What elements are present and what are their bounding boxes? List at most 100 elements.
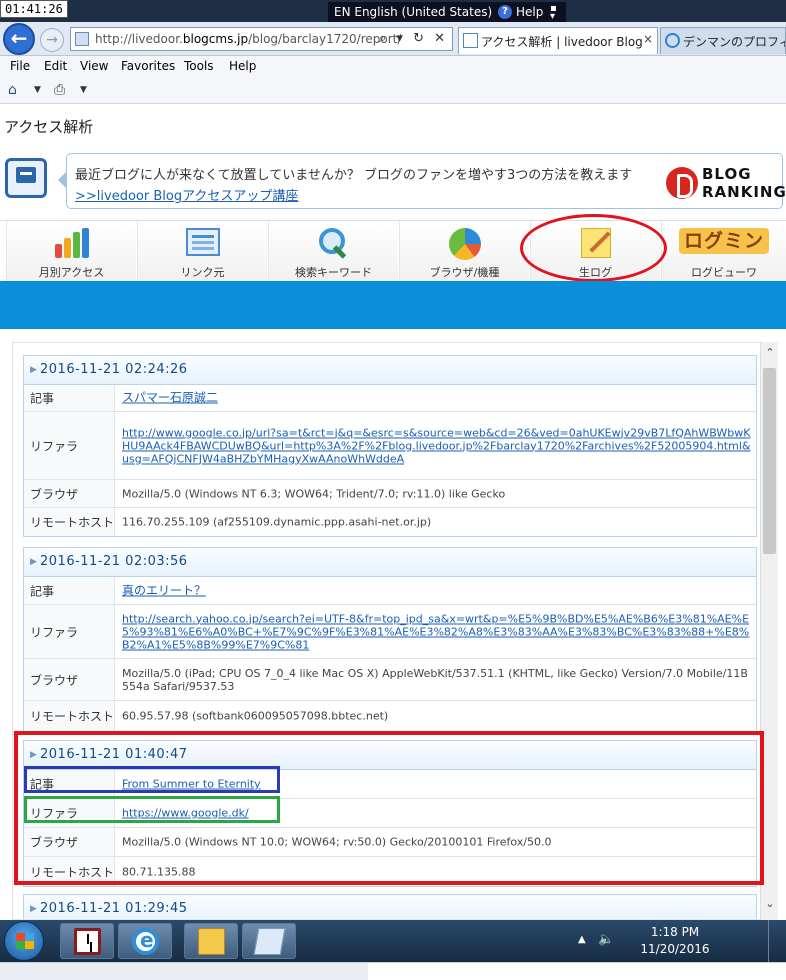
row-article: 記事 スパマー石原誠二 bbox=[24, 385, 756, 412]
menu-file[interactable]: File bbox=[10, 59, 30, 73]
url-prefix: http://livedoor. bbox=[95, 32, 183, 46]
tab-search-keywords[interactable]: 検索キーワード bbox=[268, 221, 398, 283]
tab-label: ログビューワ bbox=[691, 266, 757, 279]
row-browser: ブラウザ Mozilla/5.0 (iPad; CPU OS 7_0_4 lik… bbox=[24, 659, 756, 701]
home-icon[interactable]: ⌂ bbox=[8, 82, 17, 98]
log-entry: ▶ 2016-11-21 01:29:45 bbox=[23, 894, 757, 919]
log-entry: ▶ 2016-11-21 02:24:26 記事 スパマー石原誠二 リファラ h… bbox=[23, 355, 757, 537]
tab-access-analysis[interactable]: アクセス解析 | livedoor Blog × bbox=[458, 27, 658, 54]
ie-favicon-icon bbox=[665, 33, 680, 48]
ranking-badge-icon bbox=[666, 167, 698, 199]
scroll-down-icon[interactable]: ⌄ bbox=[761, 897, 779, 913]
tray-time[interactable]: 1:18 PM bbox=[630, 925, 720, 939]
row-referrer: リファラ http://search.yahoo.co.jp/search?ei… bbox=[24, 605, 756, 659]
report-nav-tabs: 月別アクセス リンク元 検索キーワード ブラウザ/機種 生ログ ログミン ログビ… bbox=[0, 220, 786, 283]
menu-view[interactable]: View bbox=[80, 59, 108, 73]
print-dropdown-icon[interactable]: ▼ bbox=[80, 85, 87, 95]
tab-link-source[interactable]: リンク元 bbox=[137, 221, 267, 283]
taskbar-app[interactable] bbox=[242, 923, 296, 959]
help-label[interactable]: Help bbox=[516, 5, 543, 19]
back-arrow-icon: ← bbox=[10, 26, 28, 50]
tab-label: 月別アクセス bbox=[38, 266, 105, 279]
referrer-link[interactable]: http://search.yahoo.co.jp/search?ei=UTF-… bbox=[122, 612, 754, 651]
system-tray: ▲ 🔈 1:18 PM 11/20/2016 bbox=[572, 920, 786, 962]
remote-host-value: 60.95.57.98 (softbank060095057098.bbtec.… bbox=[122, 709, 389, 723]
tab-title: アクセス解析 | livedoor Blog bbox=[481, 35, 643, 49]
field-label: 記事 bbox=[30, 584, 55, 598]
blog-ranking-logo[interactable]: BLOG RANKING bbox=[664, 165, 786, 201]
taskbar-file-explorer[interactable] bbox=[184, 923, 238, 959]
menu-bar: File Edit View Favorites Tools Help bbox=[0, 56, 786, 76]
window-list-icon bbox=[185, 228, 220, 256]
promo-link[interactable]: >>livedoor Blogアクセスアップ講座 bbox=[75, 185, 298, 204]
tab-log-viewer[interactable]: ログミン ログビューワ bbox=[661, 221, 786, 283]
folder-icon bbox=[198, 928, 225, 955]
field-label: リファラ bbox=[30, 625, 79, 639]
browser-value: Mozilla/5.0 (Windows NT 6.3; WOW64; Trid… bbox=[122, 487, 506, 500]
url-text[interactable]: http://livedoor.blogcms.jp/blog/barclay1… bbox=[95, 32, 401, 46]
triangle-icon: ▶ bbox=[30, 365, 37, 375]
language-bar[interactable]: EN English (United States) ? Help ▪ ▾ bbox=[328, 2, 566, 24]
magnifier-icon bbox=[318, 228, 349, 258]
entry-timestamp: 2016-11-21 02:03:56 bbox=[40, 554, 188, 569]
forward-button[interactable]: → bbox=[40, 28, 64, 52]
field-label: リモートホスト bbox=[30, 515, 115, 530]
page-icon bbox=[75, 32, 89, 46]
taskbar-internet-explorer[interactable] bbox=[118, 923, 172, 959]
internet-explorer-icon bbox=[132, 928, 159, 955]
ranking-line2: RANKING bbox=[702, 183, 786, 201]
annotation-box-blue bbox=[24, 766, 280, 793]
menu-tools[interactable]: Tools bbox=[184, 59, 214, 73]
triangle-icon: ▶ bbox=[30, 904, 37, 914]
show-desktop-button[interactable] bbox=[768, 920, 782, 962]
promo-box: 最近ブログに人が来なくて放置していませんか？ ブログのファンを増やす3つの方法を… bbox=[58, 153, 786, 209]
promo-banner: 最近ブログに人が来なくて放置していませんか？ ブログのファンを増やす3つの方法を… bbox=[0, 150, 786, 212]
tab-profile[interactable]: デンマンのプロフィ bbox=[660, 27, 786, 54]
article-link[interactable]: スパマー石原誠二 bbox=[122, 392, 754, 405]
tray-date[interactable]: 11/20/2016 bbox=[630, 942, 720, 956]
tab-label: ブラウザ/機種 bbox=[429, 266, 500, 279]
taskbar-clock-app[interactable] bbox=[60, 923, 114, 959]
row-article: 記事 真のエリート？ bbox=[24, 577, 756, 605]
row-browser: ブラウザ Mozilla/5.0 (Windows NT 6.3; WOW64;… bbox=[24, 480, 756, 508]
referrer-link[interactable]: http://www.google.co.jp/url?sa=t&rct=j&q… bbox=[122, 426, 754, 465]
home-dropdown-icon[interactable]: ▼ bbox=[34, 85, 41, 95]
address-controls[interactable]: ⌕ ▾ ↻ ✕ bbox=[379, 31, 448, 46]
field-label: ブラウザ bbox=[30, 487, 79, 501]
entry-header: ▶ 2016-11-21 02:24:26 bbox=[24, 356, 756, 385]
triangle-icon: ▶ bbox=[30, 557, 37, 567]
field-label: リファラ bbox=[30, 439, 79, 453]
language-label[interactable]: EN English (United States) bbox=[334, 5, 492, 19]
annotation-ellipse bbox=[520, 214, 667, 282]
grip-icon[interactable]: ▪ ▾ bbox=[550, 4, 557, 22]
menu-favorites[interactable]: Favorites bbox=[121, 59, 175, 73]
clock-overlay: 01:41:26 bbox=[0, 0, 68, 18]
bar-chart-icon bbox=[54, 228, 89, 258]
scroll-up-icon[interactable]: ⌃ bbox=[761, 346, 779, 362]
tab-title: デンマンのプロフィ bbox=[683, 35, 786, 49]
tab-browser-device[interactable]: ブラウザ/機種 bbox=[399, 221, 529, 283]
start-button[interactable] bbox=[4, 921, 44, 961]
field-label: 記事 bbox=[30, 391, 55, 406]
menu-help[interactable]: Help bbox=[229, 59, 256, 73]
window-title-bar: 01:41:26 EN English (United States) ? He… bbox=[0, 0, 786, 24]
tab-label: リンク元 bbox=[180, 266, 225, 279]
row-referrer: リファラ http://www.google.co.jp/url?sa=t&rc… bbox=[24, 412, 756, 480]
address-bar[interactable]: http://livedoor.blogcms.jp/blog/barclay1… bbox=[70, 27, 453, 51]
command-bar: ⌂ ▼ ⎙ ▼ bbox=[0, 76, 786, 104]
volume-icon[interactable]: 🔈 bbox=[598, 932, 614, 947]
clock-app-icon bbox=[74, 928, 101, 955]
tab-monthly-access[interactable]: 月別アクセス bbox=[6, 221, 136, 283]
print-icon[interactable]: ⎙ bbox=[54, 82, 65, 98]
entry-header: ▶ 2016-11-21 02:03:56 bbox=[24, 548, 756, 577]
menu-edit[interactable]: Edit bbox=[44, 59, 67, 73]
back-button[interactable]: ← bbox=[3, 23, 35, 55]
article-link[interactable]: 真のエリート？ bbox=[122, 584, 754, 597]
show-hidden-icons-icon[interactable]: ▲ bbox=[578, 934, 586, 945]
browser-value: Mozilla/5.0 (iPad; CPU OS 7_0_4 like Mac… bbox=[122, 666, 748, 693]
entry-timestamp: 2016-11-21 02:24:26 bbox=[40, 362, 188, 377]
help-icon[interactable]: ? bbox=[498, 5, 512, 19]
close-tab-icon[interactable]: × bbox=[643, 32, 653, 46]
browser-nav-bar: ← → http://livedoor.blogcms.jp/blog/barc… bbox=[0, 22, 786, 56]
scroll-thumb[interactable] bbox=[763, 368, 776, 554]
